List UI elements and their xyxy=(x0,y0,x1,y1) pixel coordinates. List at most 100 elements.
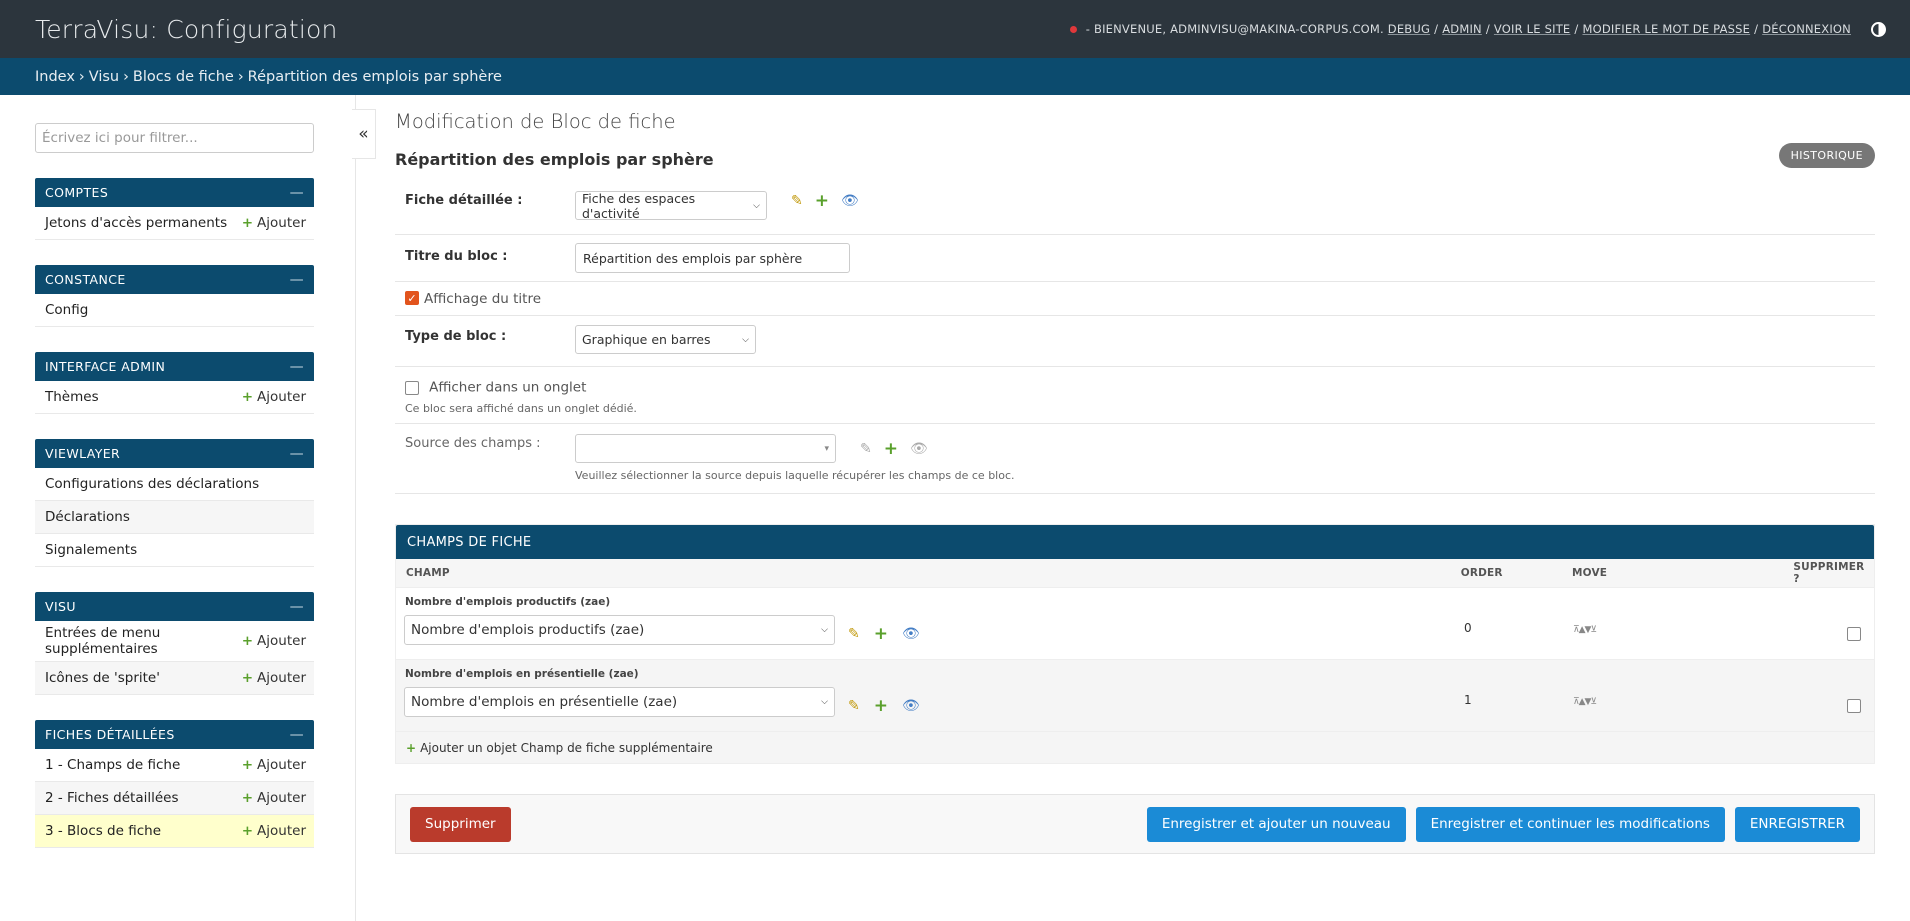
add-plus-icon[interactable]: + xyxy=(815,191,829,211)
sidebar-item-link[interactable]: 1 - Champs de fiche xyxy=(45,757,180,773)
inline-column-headers: CHAMP ORDER MOVE SUPPRIMER ? xyxy=(396,559,1874,588)
delete-checkbox[interactable] xyxy=(1847,626,1861,641)
sidebar-item: Icônes de 'sprite' + Ajouter xyxy=(35,662,314,695)
table-row: Nombre d'emplois productifs (zae) Nombre… xyxy=(396,588,1874,660)
delete-button[interactable]: Supprimer xyxy=(410,806,511,842)
view-eye-icon[interactable]: 👁 xyxy=(841,193,859,209)
sidebar-module-header[interactable]: CONSTANCE — xyxy=(35,265,314,294)
inline-champs-de-fiche: CHAMPS DE FICHE CHAMP ORDER MOVE SUPPRIM… xyxy=(395,524,1875,764)
champ-select-value: Nombre d'emplois en présentielle (zae) xyxy=(411,694,678,710)
sidebar-item-link[interactable]: Déclarations xyxy=(45,509,130,525)
sidebar-item-link[interactable]: Signalements xyxy=(45,542,137,558)
sidebar-module-title: FICHES DÉTAILLÉES xyxy=(45,727,175,742)
titre-input[interactable]: Répartition des emplois par sphère xyxy=(575,243,850,273)
add-another-link[interactable]: + Ajouter un objet Champ de fiche supplé… xyxy=(396,732,1874,763)
sidebar-module: INTERFACE ADMIN — Thèmes + Ajouter xyxy=(35,352,314,414)
collapse-icon[interactable]: — xyxy=(290,272,304,288)
champ-select[interactable]: Nombre d'emplois productifs (zae) ⌵ xyxy=(404,615,835,645)
onglet-checkbox[interactable] xyxy=(405,380,419,395)
save-continue-button[interactable]: Enregistrer et continuer les modificatio… xyxy=(1415,806,1725,842)
sidebar-item-link[interactable]: Config xyxy=(45,302,88,318)
sidebar-item: 1 - Champs de fiche + Ajouter xyxy=(35,749,314,782)
sidebar-item: Thèmes + Ajouter xyxy=(35,381,314,414)
save-add-button[interactable]: Enregistrer et ajouter un nouveau xyxy=(1146,806,1406,842)
affichage-checkbox[interactable]: ✓ xyxy=(405,291,419,305)
view-site-link[interactable]: Voir le site xyxy=(1494,22,1570,36)
breadcrumb-blocs[interactable]: Blocs de fiche xyxy=(133,69,234,85)
breadcrumb-index[interactable]: Index xyxy=(35,69,75,85)
sidebar-add-link[interactable]: + Ajouter xyxy=(242,389,306,405)
sidebar-add-link[interactable]: + Ajouter xyxy=(242,823,306,839)
affichage-row: ✓ Affichage du titre xyxy=(395,282,1875,316)
admin-link[interactable]: Admin xyxy=(1442,22,1482,36)
breadcrumb-visu[interactable]: Visu xyxy=(89,69,119,85)
sidebar-item-link[interactable]: 2 - Fiches détaillées xyxy=(45,790,179,806)
row-order: 0 xyxy=(1464,621,1472,635)
collapse-icon[interactable]: — xyxy=(290,727,304,743)
sidebar-item-link[interactable]: Configurations des déclarations xyxy=(45,476,259,492)
sidebar-module: CONSTANCE — Config xyxy=(35,265,314,327)
table-row: Nombre d'emplois en présentielle (zae) N… xyxy=(396,660,1874,732)
sidebar-module-header[interactable]: INTERFACE ADMIN — xyxy=(35,352,314,381)
add-plus-icon[interactable]: + xyxy=(884,439,898,459)
type-select[interactable]: Graphique en barres ⌵ xyxy=(575,325,756,354)
collapse-icon[interactable]: — xyxy=(290,599,304,615)
sidebar-add-label: Ajouter xyxy=(257,790,306,806)
save-button[interactable]: ENREGISTRER xyxy=(1734,806,1860,842)
collapse-icon[interactable]: — xyxy=(290,446,304,462)
view-eye-icon: 👁 xyxy=(909,440,928,457)
change-password-link[interactable]: Modifier le mot de passe xyxy=(1582,22,1750,36)
move-arrows-icon[interactable]: ⊼▲▼⊻ xyxy=(1573,697,1597,707)
sidebar-item-link[interactable]: Entrées de menu supplémentaires xyxy=(45,625,242,657)
view-eye-icon[interactable]: 👁 xyxy=(902,698,920,714)
edit-pencil-icon[interactable]: ✎ xyxy=(791,193,803,209)
nav-filter-input[interactable]: Écrivez ici pour filtrer... xyxy=(35,123,314,153)
sidebar-item-link[interactable]: 3 - Blocs de fiche xyxy=(45,823,161,839)
welcome-text: - Bienvenue, adminvisu@makina-corpus.com… xyxy=(1085,22,1384,36)
sidebar-item-link[interactable]: Thèmes xyxy=(45,389,99,405)
view-eye-icon[interactable]: 👁 xyxy=(902,626,920,642)
page-title: Modification de Bloc de fiche xyxy=(395,110,676,133)
edit-pencil-icon[interactable]: ✎ xyxy=(848,698,860,714)
debug-link[interactable]: Debug xyxy=(1388,22,1430,36)
col-move: MOVE xyxy=(1571,567,1608,579)
sidebar-add-link[interactable]: + Ajouter xyxy=(242,633,306,649)
sidebar-module-header[interactable]: COMPTES — xyxy=(35,178,314,207)
sidebar-item-link[interactable]: Icônes de 'sprite' xyxy=(45,670,160,686)
champ-select[interactable]: Nombre d'emplois en présentielle (zae) ⌵ xyxy=(404,687,835,717)
edit-pencil-icon[interactable]: ✎ xyxy=(848,626,860,642)
submit-row: Supprimer Enregistrer et ajouter un nouv… xyxy=(395,794,1875,854)
sidebar-item: 3 - Blocs de fiche + Ajouter xyxy=(35,815,314,848)
chevron-down-icon: ▾ xyxy=(824,443,829,454)
move-arrows-icon[interactable]: ⊼▲▼⊻ xyxy=(1573,625,1597,635)
history-button[interactable]: HISTORIQUE xyxy=(1778,143,1875,168)
sidebar-item: Déclarations xyxy=(35,501,314,534)
collapse-icon[interactable]: — xyxy=(290,185,304,201)
sidebar-module-header[interactable]: VIEWLAYER — xyxy=(35,439,314,468)
add-plus-icon[interactable]: + xyxy=(874,696,888,716)
logout-link[interactable]: Déconnexion xyxy=(1762,22,1851,36)
sidebar-add-link[interactable]: + Ajouter xyxy=(242,215,306,231)
sidebar-add-link[interactable]: + Ajouter xyxy=(242,670,306,686)
delete-checkbox[interactable] xyxy=(1847,698,1861,713)
fiche-select-value: Fiche des espaces d'activité xyxy=(582,190,696,221)
sidebar-module-header[interactable]: FICHES DÉTAILLÉES — xyxy=(35,720,314,749)
theme-toggle-icon[interactable] xyxy=(1871,21,1886,37)
add-plus-icon: + xyxy=(241,757,254,773)
sidebar-add-link[interactable]: + Ajouter xyxy=(242,790,306,806)
source-select[interactable]: ▾ xyxy=(575,434,836,463)
add-plus-icon: + xyxy=(241,389,254,405)
sidebar-module-header[interactable]: VISU — xyxy=(35,592,314,621)
sidebar-add-link[interactable]: + Ajouter xyxy=(242,757,306,773)
site-title[interactable]: TerraVisu: Configuration xyxy=(35,15,338,44)
collapse-icon[interactable]: — xyxy=(290,359,304,375)
fiche-label: Fiche détaillée : xyxy=(405,193,523,208)
add-plus-icon: + xyxy=(406,740,417,755)
nav-sidebar: « Écrivez ici pour filtrer... COMPTES — Je… xyxy=(0,95,376,921)
fiche-select[interactable]: Fiche des espaces d'activité ⌵ xyxy=(575,190,767,221)
col-supprimer: SUPPRIMER ? xyxy=(1793,561,1865,585)
sidebar-item-link[interactable]: Jetons d'accès permanents xyxy=(45,215,227,231)
col-order: ORDER xyxy=(1460,567,1503,579)
add-plus-icon[interactable]: + xyxy=(874,624,888,644)
sidebar-item: 2 - Fiches détaillées + Ajouter xyxy=(35,782,314,815)
